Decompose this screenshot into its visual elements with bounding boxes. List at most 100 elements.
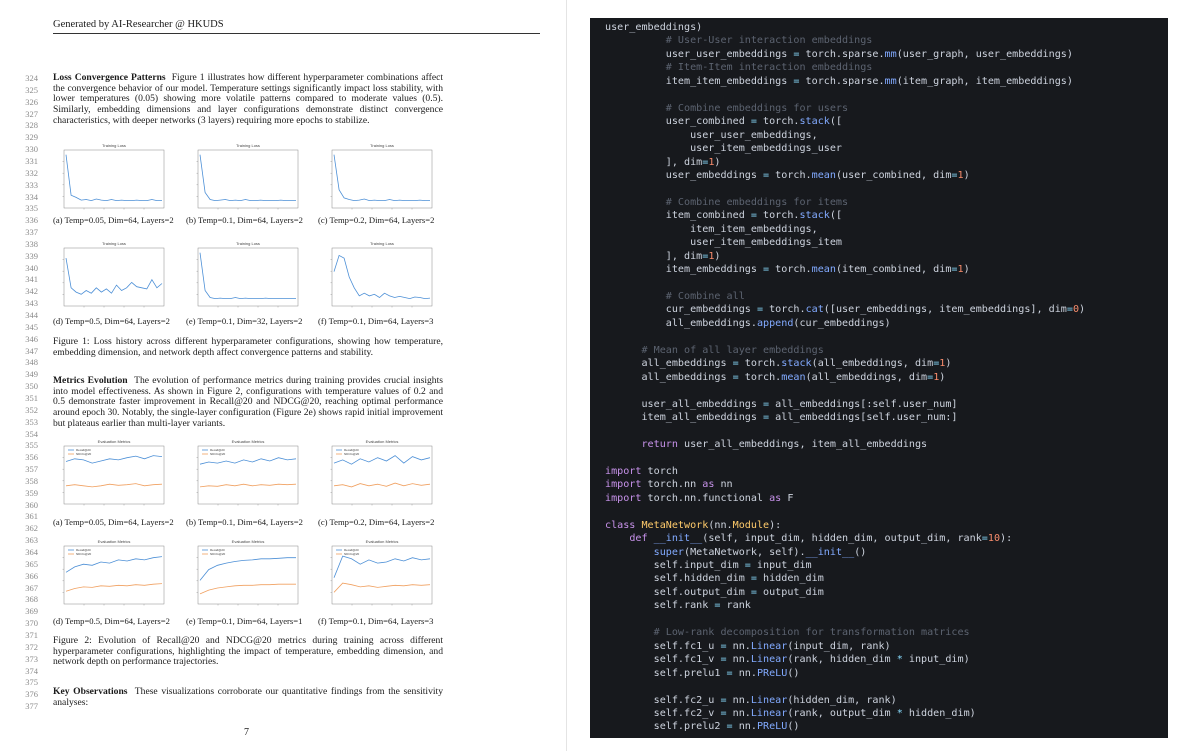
subfigure-caption: (a) Temp=0.05, Dim=64, Layers=2: [53, 215, 174, 225]
code-token: (rank, hidden_dim: [787, 654, 897, 666]
key-paragraph: Key Observations These visualizations co…: [53, 686, 443, 708]
code-token: ): [945, 358, 952, 370]
line-number: 349: [25, 369, 38, 380]
code-line: user_item_embeddings_user: [605, 143, 842, 154]
line-number: 327: [25, 108, 38, 119]
code-token: (all_embeddings, dim: [805, 371, 928, 383]
code-token: torch.: [763, 304, 806, 316]
key-heading: Key Observations: [53, 686, 128, 697]
code-token: ): [714, 156, 721, 168]
line-number: 340: [25, 262, 38, 273]
plot-title: Training Loss: [236, 143, 260, 148]
code-token: PReLU: [756, 721, 788, 733]
code-token: self.prelu1: [605, 667, 727, 679]
code-token: (input_dim, rank): [787, 640, 891, 652]
plot-title: Evaluation Metrics: [366, 439, 399, 444]
plot-title: Evaluation Metrics: [98, 539, 131, 544]
code-token: torch.: [756, 116, 800, 128]
code-token: ): [963, 169, 970, 181]
code-token: rank: [720, 600, 751, 612]
legend-entry: NDCG@20: [76, 552, 92, 556]
code-token: stack: [781, 358, 812, 370]
code-token: user_embeddings: [605, 169, 764, 181]
code-line: ], dim=1): [605, 250, 721, 262]
plot-title: Training Loss: [102, 143, 126, 148]
line-number: 336: [25, 215, 38, 226]
code-token: # Mean of all layer embeddings: [605, 344, 824, 356]
plot-frame: [197, 149, 299, 209]
code-token: F: [781, 492, 794, 504]
code-token: __init__: [805, 546, 855, 558]
code-line: self.fc2_v = nn.Linear(rank, output_dim …: [605, 708, 976, 719]
code-token: ): [963, 264, 970, 276]
series-line: [333, 455, 431, 465]
line-number: 343: [25, 298, 38, 309]
code-line: # Low-rank decomposition for transformat…: [605, 627, 970, 638]
subplot-svg: Evaluation MetricsRecall@20NDCG@20: [330, 439, 433, 506]
code-token: cat: [805, 304, 824, 316]
line-number: 376: [25, 689, 38, 700]
code-token: input_dim: [750, 560, 812, 571]
series-line: [199, 457, 297, 465]
line-number: 368: [25, 594, 38, 605]
plot-title: Training Loss: [370, 143, 394, 148]
code-token: output_dim: [756, 586, 824, 598]
plot-frame: [63, 247, 165, 307]
legend-entry: NDCG@20: [344, 452, 360, 456]
subplot-svg: Evaluation MetricsRecall@20NDCG@20: [62, 439, 165, 506]
code-line: item_item_embeddings = torch.sparse.mm(i…: [605, 76, 1073, 87]
code-token: (): [787, 721, 800, 733]
page-number: 7: [244, 727, 249, 738]
code-token: ], dim: [605, 250, 703, 262]
code-token: MetaNetwork: [641, 519, 709, 531]
line-number: 353: [25, 416, 38, 427]
code-token: (all_embeddings, dim: [811, 358, 934, 370]
line-number: 350: [25, 381, 38, 392]
header-rule: [53, 33, 540, 34]
code-token: user_item_embeddings_user: [605, 143, 843, 155]
code-token: import: [605, 492, 642, 504]
loss-heading: Loss Convergence Patterns: [53, 72, 166, 83]
code-line: item_embeddings = torch.mean(item_combin…: [605, 264, 970, 275]
series-line: [199, 252, 296, 300]
line-number: 328: [25, 120, 38, 131]
code-token: user_combined: [605, 116, 751, 128]
code-token: item_item_embeddings,: [605, 223, 818, 235]
code-token: all_embeddings[self.user_num:]: [769, 412, 958, 424]
line-number: 351: [25, 392, 38, 403]
line-number: 363: [25, 535, 38, 546]
code-token: Linear: [750, 707, 788, 719]
line-number: 374: [25, 665, 38, 676]
line-number: 333: [25, 179, 38, 190]
code-token: mm: [884, 75, 897, 87]
code-token: Linear: [750, 654, 788, 666]
line-number: 324: [25, 73, 38, 83]
code-line: self.output_dim = output_dim: [605, 587, 824, 598]
code-token: (): [854, 546, 867, 558]
subplot: Training Loss: [50, 140, 170, 220]
code-token: (self, input_dim, hidden_dim, output_dim…: [702, 533, 982, 545]
subplot-svg: Training Loss: [196, 241, 299, 308]
code-line: all_embeddings.append(cur_embeddings): [605, 318, 891, 329]
code-token: self.fc2_v: [605, 707, 721, 719]
subplot-svg: Training Loss: [330, 143, 433, 210]
code-token: import: [605, 479, 642, 491]
plot-frame: [197, 247, 299, 307]
line-number: 325: [25, 84, 38, 95]
code-token: self.fc1_v: [605, 654, 721, 666]
code-token: Linear: [750, 640, 788, 652]
line-number: 360: [25, 499, 38, 510]
code-token: self.prelu2: [605, 721, 727, 733]
code-token: (user_graph, user_embeddings): [896, 48, 1073, 60]
code-panel: user_embeddings) # User-User interaction…: [590, 18, 1168, 738]
subfigure-caption: (d) Temp=0.5, Dim=64, Layers=2: [53, 316, 170, 326]
code-token: nn.: [732, 721, 757, 733]
series-line: [199, 483, 297, 488]
code-token: (MetaNetwork, self).: [684, 546, 806, 558]
subplot: Evaluation Metrics Recall@20 NDCG@20: [318, 436, 438, 516]
code-token: nn: [714, 479, 733, 491]
line-number: 345: [25, 321, 38, 332]
legend-entry: NDCG@20: [344, 552, 360, 556]
subfigure-caption: (d) Temp=0.5, Dim=64, Layers=2: [53, 616, 170, 626]
code-token: hidden_dim): [902, 707, 976, 719]
